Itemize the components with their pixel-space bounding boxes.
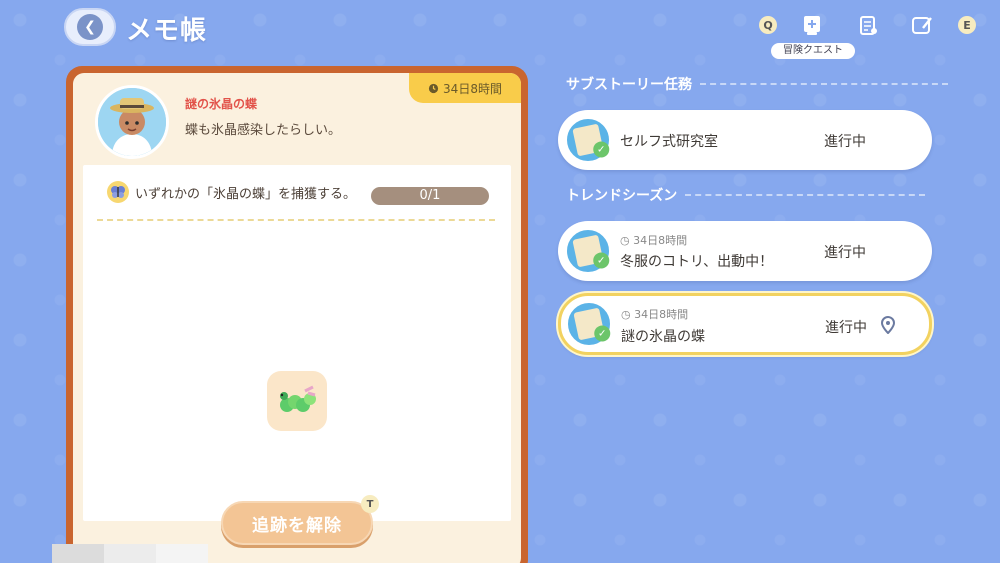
quest-card-status: 進行中	[825, 320, 867, 336]
npc-portrait-icon	[98, 88, 166, 156]
back-arrow-icon: ❮	[77, 14, 103, 40]
q-key-badge: Q	[759, 16, 777, 34]
clipboard-tab[interactable]	[855, 12, 881, 38]
quest-scroll-icon: ✓	[564, 227, 612, 275]
overlay-block	[104, 544, 156, 563]
clock-icon	[428, 83, 439, 93]
time-remaining-badge: 34日8時間	[409, 73, 521, 103]
clock-icon: ◷	[620, 234, 630, 247]
section-title-substory: サブストーリー任務	[566, 77, 692, 93]
section-header-substory: サブストーリー任務	[566, 74, 948, 94]
corner-overlay	[52, 544, 208, 563]
quest-detail-card: 34日8時間 謎の氷晶の蝶 蝶も氷晶感染したらしい。 いずれかの「氷晶の蝶」を捕…	[66, 66, 528, 563]
page-title: メモ帳	[126, 16, 208, 46]
check-icon: ✓	[593, 141, 610, 158]
objective-area: いずれかの「氷晶の蝶」を捕獲する。 0/1	[83, 165, 511, 521]
objective-divider	[97, 219, 495, 221]
quest-card-status: 進行中	[824, 245, 866, 261]
quest-card-title: 謎の氷晶の蝶	[621, 329, 705, 345]
objective-progress-bar: 0/1	[371, 187, 489, 205]
untrack-button[interactable]: 追跡を解除	[221, 501, 373, 545]
objective-row: いずれかの「氷晶の蝶」を捕獲する。	[107, 181, 356, 203]
back-button[interactable]: ❮	[64, 8, 116, 46]
quest-card-winter-bird[interactable]: ✓ ◷ 34日8時間 冬服のコトリ、出動中！ 進行中	[558, 221, 932, 281]
overlay-block	[156, 544, 208, 563]
quest-card-time-text: 34日8時間	[633, 234, 688, 247]
check-icon: ✓	[594, 325, 611, 342]
objective-text: いずれかの「氷晶の蝶」を捕獲する。	[135, 186, 357, 202]
time-remaining-text: 34日8時間	[443, 81, 502, 96]
quest-name: 謎の氷晶の蝶	[185, 97, 258, 111]
section-divider	[700, 83, 948, 85]
npc-avatar	[95, 85, 169, 159]
quest-card-title: 冬服のコトリ、出動中！	[620, 254, 774, 270]
note-pen-icon	[912, 17, 932, 34]
check-icon: ✓	[593, 252, 610, 269]
location-pin-icon[interactable]	[881, 316, 895, 334]
quest-book-icon	[804, 16, 820, 35]
caterpillar-item-icon	[280, 385, 316, 412]
clipboard-icon	[860, 16, 877, 35]
quest-card-status: 進行中	[824, 134, 866, 150]
quest-card-title: セルフ式研究室	[620, 134, 718, 150]
section-title-trend: トレンドシーズン	[566, 188, 678, 204]
quest-card-time-text: 34日8時間	[634, 308, 689, 321]
e-key-badge: E	[958, 16, 976, 34]
adventure-quest-tab[interactable]	[799, 12, 825, 38]
quest-card-time: ◷ 34日8時間	[621, 306, 688, 322]
notes-tab[interactable]	[910, 12, 936, 38]
quest-description: 蝶も氷晶感染したらしい。	[185, 123, 342, 138]
overlay-block	[52, 544, 104, 563]
quest-scroll-icon: ✓	[565, 300, 613, 348]
tab-tooltip: 冒険クエスト	[771, 43, 855, 59]
progress-text: 0/1	[419, 188, 441, 203]
butterfly-icon	[107, 181, 129, 203]
clock-icon: ◷	[621, 308, 631, 321]
t-key-badge: T	[361, 495, 379, 513]
quest-detail-inner: 34日8時間 謎の氷晶の蝶 蝶も氷晶感染したらしい。 いずれかの「氷晶の蝶」を捕…	[73, 73, 521, 563]
quest-card-ice-butterfly[interactable]: ✓ ◷ 34日8時間 謎の氷晶の蝶 進行中	[558, 293, 932, 355]
section-header-trend: トレンドシーズン	[566, 185, 926, 205]
reward-item-tile[interactable]	[267, 371, 327, 431]
quest-card-self-lab[interactable]: ✓ セルフ式研究室 進行中	[558, 110, 932, 170]
quest-scroll-icon: ✓	[564, 116, 612, 164]
section-divider	[685, 194, 926, 196]
quest-card-time: ◷ 34日8時間	[620, 232, 687, 248]
